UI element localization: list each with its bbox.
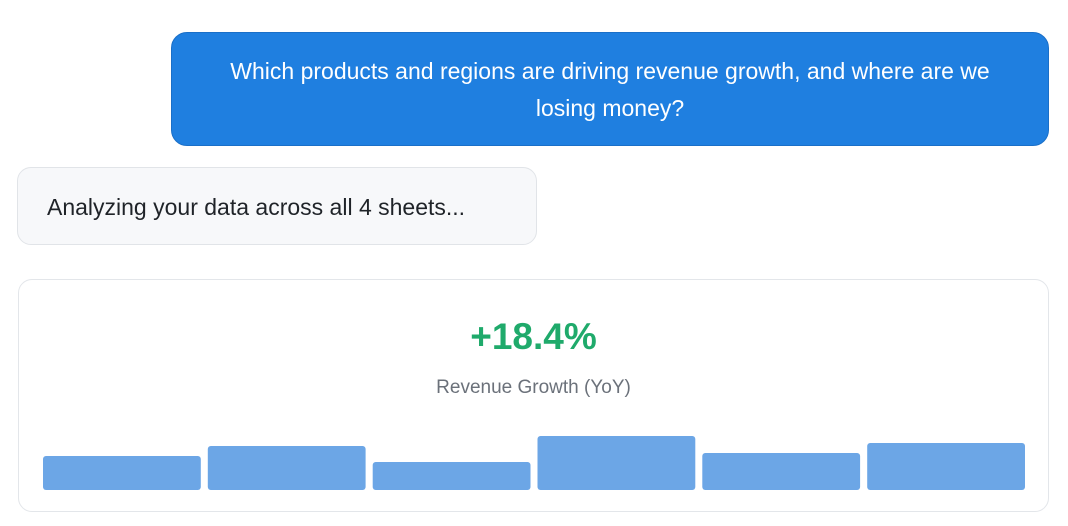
chat-thread: Which products and regions are driving r… [0,0,1068,526]
user-message-text: Which products and regions are driving r… [230,58,990,121]
chart-bar-2 [207,446,366,490]
chart-bar-5 [702,453,861,490]
chart-bar-1 [43,456,201,490]
chart-bar-6 [867,443,1025,490]
metric-label: Revenue Growth (YoY) [436,377,631,398]
assistant-status-text: Analyzing your data across all 4 sheets.… [47,194,466,220]
revenue-growth-card: +18.4% Revenue Growth (YoY) [18,279,1049,512]
revenue-bar-chart [43,436,1025,490]
chart-bar-3 [372,462,531,490]
metric-value: +18.4% [470,316,597,357]
user-message-bubble: Which products and regions are driving r… [171,32,1049,146]
assistant-status-bubble: Analyzing your data across all 4 sheets.… [17,167,537,245]
chart-bar-4 [537,436,696,490]
